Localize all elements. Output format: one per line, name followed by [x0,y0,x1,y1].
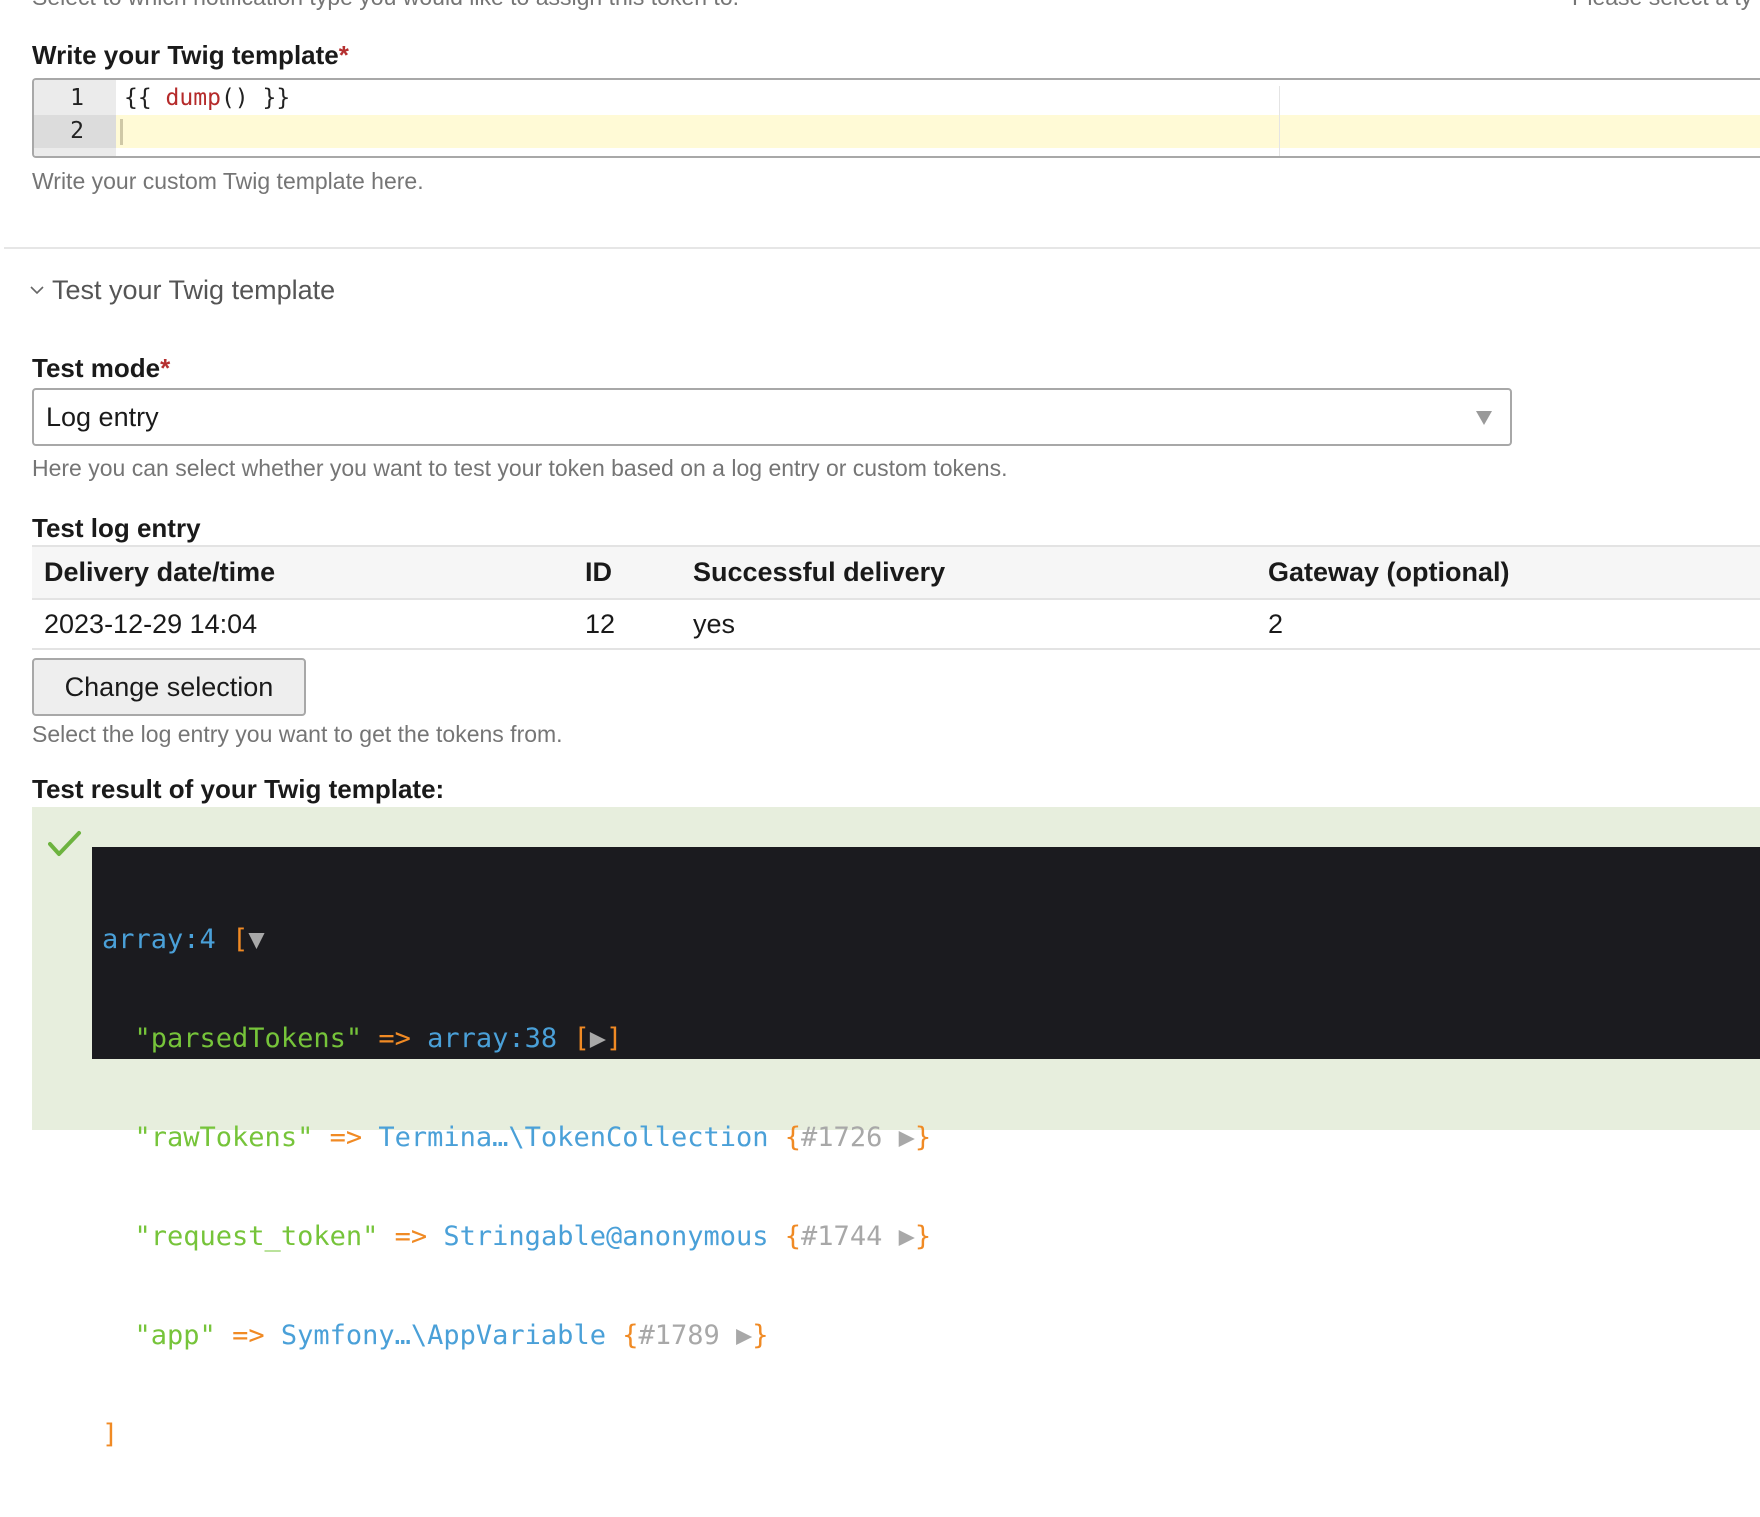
dump-entry: "request_token" => Stringable@anonymous … [102,1220,1760,1253]
line-number: 1 [70,85,84,111]
expand-toggle-icon[interactable]: ▶ [899,1122,915,1153]
dump-bracket: [ [232,924,249,955]
cell-id: 12 [573,599,681,650]
dump-type: Symfony…\AppVariable [280,1320,606,1351]
test-mode-label-text: Test mode [32,353,161,383]
dump-entry: "parsedTokens" => array:38 [▶] [102,1022,1760,1055]
log-entry-description: Select the log entry you want to get the… [32,721,563,747]
dropdown-arrow-icon [1476,411,1492,425]
dump-key: "parsedTokens" [134,1023,363,1054]
test-mode-label: Test mode* [32,353,170,384]
dump-bracket: { [622,1320,639,1351]
notification-type-description: Select to which notification type you wo… [32,0,739,11]
column-header-id: ID [573,545,681,600]
dump-type: array:4 [102,924,216,955]
test-twig-template-toggle[interactable]: Test your Twig template [30,275,335,306]
test-mode-select[interactable]: Log entry [32,388,1512,446]
dump-bracket: } [752,1320,769,1351]
text-cursor [120,119,123,145]
dump-arrow: => [329,1122,363,1153]
dump-ref: #1744 [801,1221,883,1252]
dump-key: "app" [134,1320,216,1351]
dump-type: array:38 [427,1023,558,1054]
dump-footer: ] [102,1418,1760,1451]
dump-type: Termina…\TokenCollection [378,1122,769,1153]
dump-arrow: => [378,1023,411,1054]
code-token-open: {{ [124,85,166,111]
twig-template-description: Write your custom Twig template here. [32,168,424,194]
test-result-panel: array:4 [▼ "parsedTokens" => array:38 [▶… [32,807,1760,1450]
dump-entry: "app" => Symfony…\AppVariable {#1789 ▶} [102,1319,1760,1352]
chevron-down-icon [30,282,52,300]
check-icon [48,829,82,859]
test-log-entry-label: Test log entry [32,513,201,543]
log-entry-table: Delivery date/time ID Successful deliver… [32,545,1760,650]
twig-template-label-text: Write your Twig template [32,40,339,70]
required-mark: * [160,353,171,383]
dump-bracket: ] [605,1023,623,1054]
column-header-gateway: Gateway (optional) [1256,545,1760,600]
dump-bracket: } [914,1122,932,1153]
expand-toggle-icon[interactable]: ▶ [736,1320,752,1351]
test-result-label: Test result of your Twig template: [32,774,445,804]
dump-arrow: => [394,1221,428,1252]
dump-entry: "rawTokens" => Termina…\TokenCollection … [102,1121,1760,1154]
dump-header: array:4 [▼ [102,923,1760,956]
notification-type-hint: Please select a ty [1572,0,1752,11]
twig-template-label: Write your Twig template* [32,40,349,71]
cell-gateway: 2 [1256,599,1760,650]
dump-key: "rawTokens" [134,1122,314,1153]
dump-bracket: [ [573,1023,590,1054]
column-header-delivery-datetime: Delivery date/time [32,545,573,600]
table-row: 2023-12-29 14:04 12 yes 2 [32,599,1760,650]
code-line-active[interactable] [116,115,1760,148]
table-header-row: Delivery date/time ID Successful deliver… [32,545,1760,600]
twig-code-editor[interactable]: 1 2 {{ dump() }} [32,78,1760,158]
dump-arrow: => [232,1320,265,1351]
required-mark: * [338,40,349,70]
dump-bracket: { [784,1221,802,1252]
dump-type: Stringable@anonymous [443,1221,769,1252]
dump-key: "request_token" [134,1221,379,1252]
test-mode-description: Here you can select whether you want to … [32,455,1008,481]
column-header-successful-delivery: Successful delivery [681,545,1256,600]
line-number: 2 [34,115,116,148]
cell-delivery-datetime: 2023-12-29 14:04 [32,599,573,650]
section-divider [4,247,1760,249]
dump-bracket: { [784,1122,802,1153]
test-twig-template-label: Test your Twig template [52,275,336,305]
test-mode-selected-value: Log entry [46,402,159,432]
editor-ruler [1279,86,1280,156]
code-token-close: () }} [220,85,291,111]
change-selection-button[interactable]: Change selection [32,658,306,716]
dump-ref: #1789 [638,1320,720,1351]
dump-bracket: ] [102,1419,119,1450]
expand-toggle-icon[interactable]: ▶ [590,1023,606,1054]
code-line[interactable]: {{ dump() }} [116,82,1760,115]
cell-successful-delivery: yes [681,599,1256,650]
dump-bracket: } [914,1221,932,1252]
collapse-toggle-icon[interactable]: ▼ [248,924,264,955]
variable-dump: array:4 [▼ "parsedTokens" => array:38 [▶… [92,847,1760,1450]
code-token-function: dump [165,85,221,111]
expand-toggle-icon[interactable]: ▶ [899,1221,915,1252]
dump-ref: #1726 [801,1122,883,1153]
